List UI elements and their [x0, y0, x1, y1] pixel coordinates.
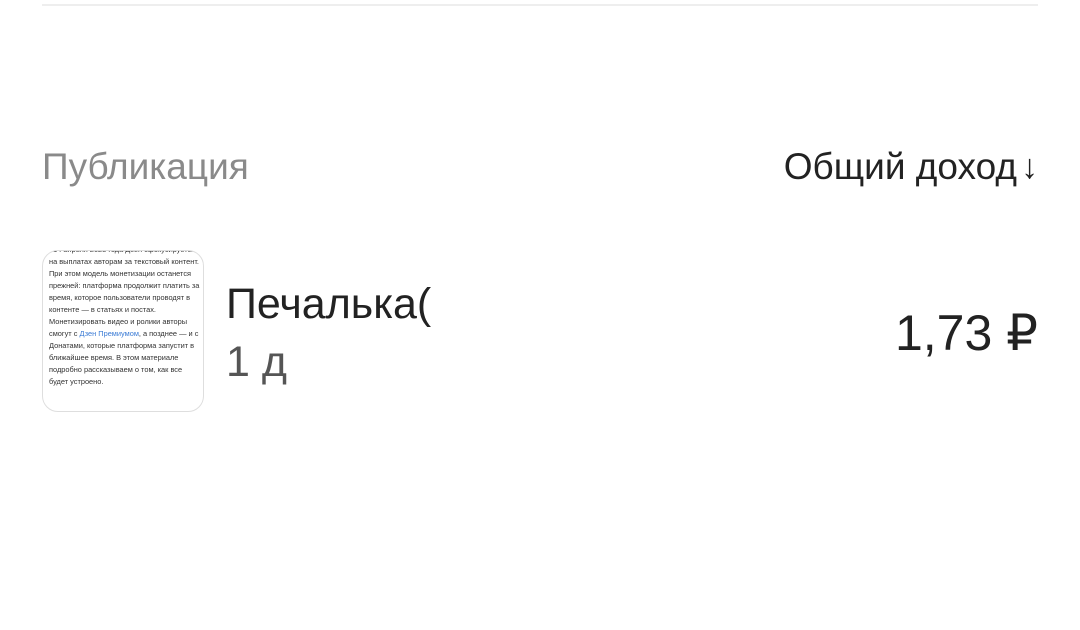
total-income-column-header: Общий доход — [783, 146, 1017, 187]
thumbnail-link-text: Дзен Премиумом — [79, 329, 139, 338]
top-divider — [42, 4, 1038, 6]
publication-age: 1 д — [226, 338, 287, 386]
total-income-sort-button[interactable]: Общий доход ↓ — [784, 146, 1038, 188]
thumbnail-text-part: , 14 апреля 2023 года Дзен сфокусируется… — [49, 251, 200, 338]
thumbnail-text: , 14 апреля 2023 года Дзен сфокусируется… — [49, 251, 201, 388]
table-header: Публикация Общий доход ↓ — [42, 146, 1038, 190]
publication-stats-screen: Публикация Общий доход ↓ , 14 апреля 202… — [0, 0, 1080, 630]
arrow-down-icon: ↓ — [1021, 148, 1038, 186]
publication-thumbnail[interactable]: , 14 апреля 2023 года Дзен сфокусируется… — [42, 250, 204, 412]
publication-title[interactable]: Печалька( — [226, 280, 431, 329]
publication-row[interactable]: , 14 апреля 2023 года Дзен сфокусируется… — [42, 250, 1038, 414]
publication-income: 1,73 ₽ — [894, 305, 1038, 361]
publication-column-header: Публикация — [42, 146, 249, 187]
